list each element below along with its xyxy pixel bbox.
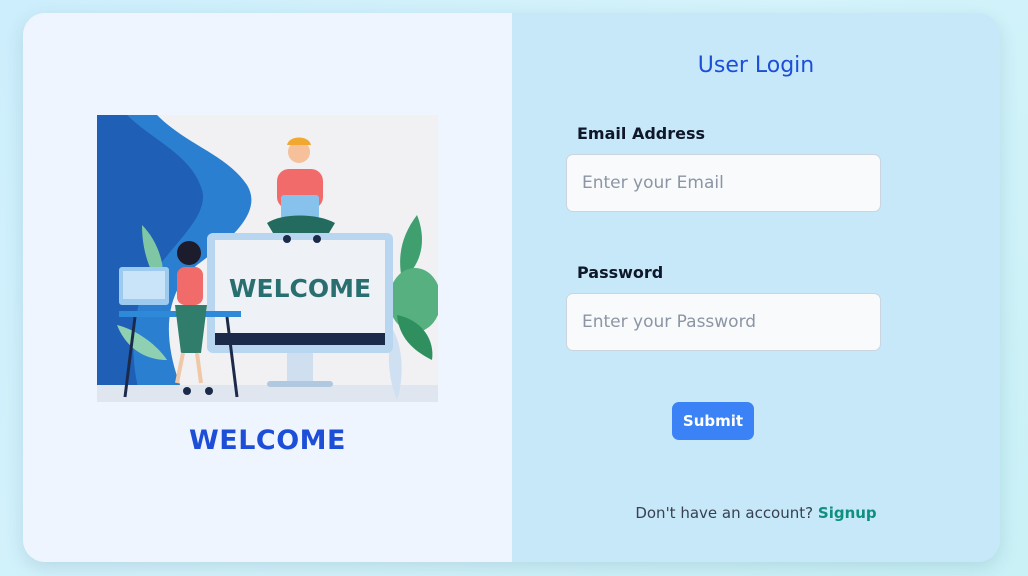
illustration-welcome-text: WELCOME	[229, 274, 371, 303]
password-label: Password	[577, 263, 664, 282]
login-title: User Login	[697, 53, 815, 78]
signup-link[interactable]: Signup	[818, 504, 877, 522]
welcome-illustration: WELCOME	[97, 115, 438, 402]
signup-prompt: Don't have an account? Signup	[512, 504, 1000, 522]
password-field[interactable]	[566, 293, 881, 351]
welcome-heading: WELCOME	[188, 425, 346, 456]
login-panel: User Login Email Address Password Submit…	[512, 13, 1000, 562]
login-card: WELCOME WELCOME User Login Email Address…	[23, 13, 1000, 562]
welcome-panel: WELCOME WELCOME	[23, 13, 512, 562]
email-label: Email Address	[577, 124, 706, 143]
submit-button[interactable]: Submit	[672, 402, 754, 440]
email-field[interactable]	[566, 154, 881, 212]
signup-prompt-text: Don't have an account?	[635, 504, 814, 522]
